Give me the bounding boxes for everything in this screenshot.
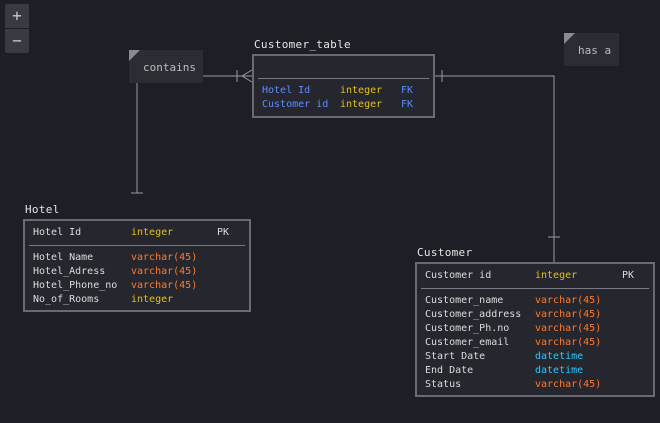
hotel-entity[interactable]: Hotel Id integer PK Hotel Name varchar(4…	[23, 219, 251, 312]
customer-row-name: Customer_name	[425, 295, 504, 306]
customer-row-name: Customer_Ph.no	[425, 323, 510, 334]
customer-table-row-type: integer	[340, 85, 383, 96]
customer-row-name: Status	[425, 379, 462, 390]
customer-table-customer-link	[434, 75, 555, 262]
zoom-out-button[interactable]: −	[5, 29, 29, 53]
hotel-pk-key: PK	[217, 227, 230, 238]
customer-row-name: End Date	[425, 365, 474, 376]
hotel-customer-table-link	[136, 75, 252, 193]
customer-table-row-key: FK	[401, 85, 414, 96]
customer-table-entity[interactable]: Hotel Id integer FK Customer id integer …	[252, 54, 435, 118]
customer-table-title: Customer_table	[254, 38, 351, 51]
hotel-pk-name: Hotel Id	[33, 227, 82, 238]
customer-pk-key: PK	[622, 270, 635, 281]
zoom-in-button[interactable]: +	[5, 4, 29, 28]
hotel-title: Hotel	[25, 203, 60, 216]
customer-pk-name: Customer id	[425, 270, 492, 281]
customer-row-name: Customer_address	[425, 309, 522, 320]
customer-row-type: varchar(45)	[535, 309, 602, 320]
separator	[29, 245, 245, 246]
customer-table-row-key: FK	[401, 99, 414, 110]
customer-row-type: varchar(45)	[535, 295, 602, 306]
customer-table-row-name: Customer id	[262, 99, 329, 110]
hotel-row-type: varchar(45)	[131, 266, 198, 277]
hotel-row-name: No_of_Rooms	[33, 294, 100, 305]
customer-pk-type: integer	[535, 270, 578, 281]
note-contains[interactable]: contains	[129, 50, 203, 83]
customer-title: Customer	[417, 246, 473, 259]
note-fold-icon	[129, 50, 140, 61]
customer-entity[interactable]: Customer id integer PK Customer_name var…	[415, 262, 655, 397]
customer-row-name: Customer_email	[425, 337, 510, 348]
hotel-row-name: Hotel_Adress	[33, 266, 106, 277]
customer-row-type: varchar(45)	[535, 323, 602, 334]
customer-row-type: datetime	[535, 365, 584, 376]
customer-table-row-name: Hotel Id	[262, 85, 311, 96]
hotel-row-type: varchar(45)	[131, 252, 198, 263]
hotel-row-name: Hotel_Phone_no	[33, 280, 118, 291]
hotel-pk-type: integer	[131, 227, 174, 238]
hotel-row-type: integer	[131, 294, 174, 305]
customer-table-row-type: integer	[340, 99, 383, 110]
customer-row-type: varchar(45)	[535, 337, 602, 348]
customer-row-type: datetime	[535, 351, 584, 362]
separator	[421, 288, 649, 289]
note-fold-icon	[564, 33, 575, 44]
note-has-a-text: has a	[578, 44, 612, 57]
separator	[258, 78, 429, 79]
customer-row-name: Start Date	[425, 351, 486, 362]
hotel-row-type: varchar(45)	[131, 280, 198, 291]
note-has-a[interactable]: has a	[564, 33, 619, 66]
note-contains-text: contains	[143, 61, 196, 74]
hotel-row-name: Hotel Name	[33, 252, 94, 263]
customer-row-type: varchar(45)	[535, 379, 602, 390]
